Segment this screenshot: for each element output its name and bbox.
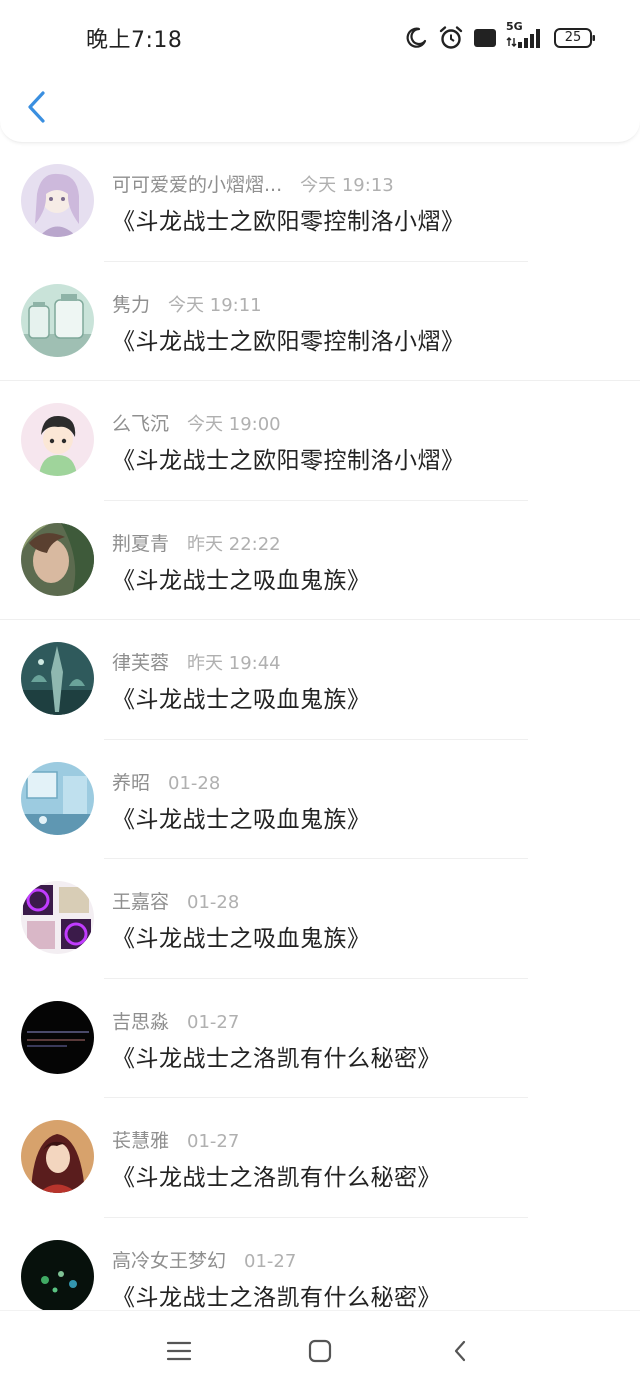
back-button[interactable]	[18, 86, 54, 128]
network-label: 5G	[506, 20, 523, 33]
system-nav-bar	[0, 1310, 640, 1387]
hd-icon	[474, 29, 496, 47]
timestamp: 今天 19:11	[168, 294, 262, 316]
item-title: 《斗龙战士之吸血鬼族》	[112, 567, 371, 594]
user-name: 可可爱爱的小熠熠...	[112, 174, 283, 196]
timestamp: 01-28	[187, 892, 240, 913]
item-title: 《斗龙战士之洛凯有什么秘密》	[112, 1284, 441, 1311]
item-meta: 高冷女王梦幻 01-27	[112, 1246, 296, 1273]
list-item[interactable]: 养昭 01-28 《斗龙战士之吸血鬼族》	[0, 740, 640, 859]
timestamp: 01-28	[168, 772, 221, 794]
status-time: 晚上7:18	[86, 28, 183, 53]
avatar	[21, 1239, 94, 1313]
avatar	[21, 522, 94, 596]
item-meta: 律芙蓉 昨天 19:44	[112, 648, 281, 675]
user-name: 吉思淼	[112, 1010, 170, 1033]
list-item[interactable]: 吉思淼 01-27 《斗龙战士之洛凯有什么秘密》	[0, 979, 640, 1098]
user-name: 荆夏青	[112, 532, 170, 555]
item-meta: 养昭 01-28	[112, 768, 220, 795]
list-item[interactable]: 律芙蓉 昨天 19:44 《斗龙战士之吸血鬼族》	[0, 620, 640, 740]
avatar	[21, 164, 94, 237]
item-meta: 王嘉容 01-28	[112, 887, 239, 914]
user-name: 养昭	[112, 771, 151, 794]
user-name: 苌慧雅	[112, 1130, 170, 1152]
chevron-left-icon	[28, 91, 45, 123]
menu-icon	[166, 1341, 192, 1361]
avatar	[21, 283, 94, 357]
item-title: 《斗龙战士之吸血鬼族》	[112, 687, 371, 713]
list-item[interactable]: 么飞沉 今天 19:00 《斗龙战士之欧阳零控制洛小熠》	[0, 381, 640, 501]
item-meta: 可可爱爱的小熠熠... 今天 19:13	[112, 170, 394, 197]
avatar	[21, 1120, 94, 1193]
item-meta: 吉思淼 01-27	[112, 1007, 239, 1034]
menu-button[interactable]	[163, 1335, 195, 1367]
timestamp: 昨天 22:22	[187, 533, 281, 555]
list-item[interactable]: 隽力 今天 19:11 《斗龙战士之欧阳零控制洛小熠》	[0, 262, 640, 381]
purple-collage-avatar	[21, 881, 94, 954]
top-bar: 晚上7:18 5G 25	[0, 0, 640, 143]
item-meta: 荆夏青 昨天 22:22	[112, 529, 281, 556]
signal-icon: 5G	[506, 20, 544, 50]
item-title: 《斗龙战士之欧阳零控制洛小熠》	[112, 448, 465, 474]
moon-icon	[404, 26, 428, 50]
night-lights-avatar	[21, 1239, 94, 1313]
item-title: 《斗龙战士之洛凯有什么秘密》	[112, 1165, 441, 1191]
item-title: 《斗龙战士之欧阳零控制洛小熠》	[112, 209, 465, 235]
screen: 晚上7:18 5G 25 可可爱爱的小熠熠... 今天 19:13 《斗龙战士之…	[0, 0, 640, 1387]
dark-text-avatar	[21, 1000, 94, 1074]
user-name: 王嘉容	[112, 891, 170, 913]
item-meta: 苌慧雅 01-27	[112, 1126, 239, 1153]
cartoon-boy-avatar	[21, 403, 94, 476]
user-name: 隽力	[112, 293, 151, 316]
home-button[interactable]	[304, 1335, 336, 1367]
list-item[interactable]: 荆夏青 昨天 22:22 《斗龙战士之吸血鬼族》	[0, 501, 640, 620]
item-title: 《斗龙战士之吸血鬼族》	[112, 926, 371, 952]
alarm-icon	[438, 25, 464, 51]
avatar	[21, 642, 94, 715]
anime-girl-avatar	[21, 164, 94, 237]
user-name: 律芙蓉	[112, 652, 170, 674]
item-title: 《斗龙战士之吸血鬼族》	[112, 806, 371, 833]
avatar	[21, 1000, 94, 1074]
item-title: 《斗龙战士之欧阳零控制洛小熠》	[112, 328, 465, 355]
timestamp: 01-27	[187, 1011, 240, 1033]
back-nav-button[interactable]	[444, 1335, 476, 1367]
portrait-leaves-avatar	[21, 522, 94, 596]
item-meta: 么飞沉 今天 19:00	[112, 409, 281, 436]
avatar	[21, 403, 94, 476]
fantasy-forest-avatar	[21, 642, 94, 715]
blue-room-avatar	[21, 761, 94, 835]
home-square-icon	[308, 1339, 332, 1363]
battery-level: 25	[564, 30, 582, 45]
anime-redhair-avatar	[21, 1120, 94, 1193]
list-item[interactable]: 可可爱爱的小熠熠... 今天 19:13 《斗龙战士之欧阳零控制洛小熠》	[0, 142, 640, 262]
timestamp: 昨天 19:44	[187, 653, 281, 674]
avatar	[21, 881, 94, 954]
back-triangle-icon	[454, 1340, 466, 1362]
timestamp: 01-27	[187, 1131, 240, 1152]
timestamp: 今天 19:13	[300, 175, 394, 196]
glass-jars-avatar	[21, 283, 94, 357]
list-item[interactable]: 王嘉容 01-28 《斗龙战士之吸血鬼族》	[0, 859, 640, 979]
message-list: 可可爱爱的小熠熠... 今天 19:13 《斗龙战士之欧阳零控制洛小熠》 隽力	[0, 142, 640, 1337]
list-item[interactable]: 苌慧雅 01-27 《斗龙战士之洛凯有什么秘密》	[0, 1098, 640, 1218]
user-name: 么飞沉	[112, 413, 170, 435]
item-meta: 隽力 今天 19:11	[112, 290, 262, 317]
timestamp: 01-27	[244, 1250, 297, 1272]
battery-icon: 25	[554, 27, 596, 49]
status-icons: 5G 25	[404, 20, 596, 54]
avatar	[21, 761, 94, 835]
item-title: 《斗龙战士之洛凯有什么秘密》	[112, 1045, 441, 1072]
timestamp: 今天 19:00	[187, 414, 281, 435]
user-name: 高冷女王梦幻	[112, 1249, 227, 1272]
